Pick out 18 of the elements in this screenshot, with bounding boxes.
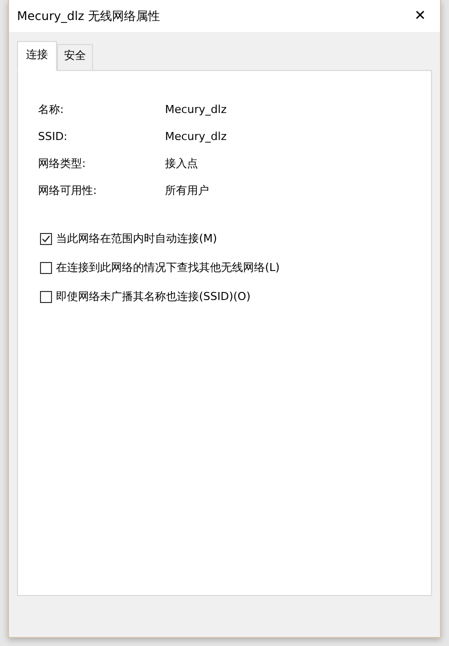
tab[interactable]: 安全 — [57, 44, 93, 70]
checkbox[interactable] — [40, 291, 52, 303]
property-value: 接入点 — [165, 156, 199, 172]
property-value: Mecury_dlz — [165, 102, 228, 118]
checkbox[interactable] — [40, 233, 52, 245]
tab[interactable]: 连接 — [17, 41, 57, 70]
close-button[interactable]: ✕ — [410, 9, 430, 23]
property-value: 所有用户 — [165, 182, 210, 199]
property-label: 网络可用性: — [38, 182, 98, 199]
checkbox-label: 在连接到此网络的情况下查找其他无线网络(L) — [56, 260, 280, 276]
property-label: 网络类型: — [38, 156, 87, 172]
checkbox[interactable] — [40, 262, 52, 274]
checkbox-label: 当此网络在范围内时自动连接(M) — [56, 230, 218, 247]
property-label: SSID: — [38, 128, 68, 145]
window-title: Mecury_dlz 无线网络属性 — [17, 8, 160, 25]
property-label: 名称: — [38, 102, 65, 118]
property-value: Mecury_dlz — [165, 128, 228, 145]
checkbox-label: 即使网络未广播其名称也连接(SSID)(O) — [56, 288, 251, 305]
